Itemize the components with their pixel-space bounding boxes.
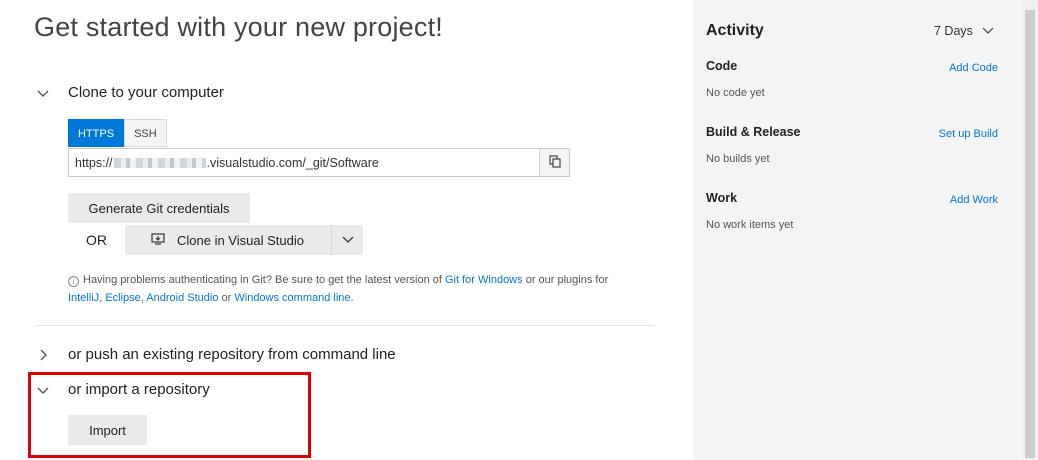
clone-url-suffix: .visualstudio.com/_git/Software — [206, 155, 379, 170]
activity-title: Activity — [706, 22, 764, 39]
protocol-tabs: HTTPS SSH — [68, 119, 167, 147]
android-studio-link[interactable]: Android Studio — [146, 292, 218, 304]
activity-build-title: Build & Release — [706, 125, 801, 139]
activity-code-status: No code yet — [706, 87, 765, 99]
add-work-link[interactable]: Add Work — [950, 194, 998, 206]
clone-url-field[interactable]: https:// .visualstudio.com/_git/Software — [68, 148, 570, 177]
or-label: OR — [86, 232, 107, 248]
eclipse-link[interactable]: Eclipse — [105, 292, 140, 304]
set-up-build-link[interactable]: Set up Build — [939, 128, 998, 140]
info-icon: i — [68, 276, 79, 287]
tab-ssh[interactable]: SSH — [124, 119, 167, 147]
highlight-annotation — [28, 372, 311, 458]
generate-git-credentials-button[interactable]: Generate Git credentials — [68, 193, 250, 223]
activity-build-status: No builds yet — [706, 153, 770, 165]
chevron-down-icon — [982, 24, 994, 38]
copy-url-button[interactable] — [539, 149, 569, 176]
clone-url-text[interactable]: https:// .visualstudio.com/_git/Software — [69, 156, 539, 170]
chevron-down-icon — [36, 85, 58, 101]
scrollbar-thumb[interactable] — [1025, 10, 1035, 458]
redacted-account-name — [113, 158, 206, 169]
git-help-line-2: IntelliJ, Eclipse, Android Studio or Win… — [68, 292, 354, 304]
clone-section-title: Clone to your computer — [68, 84, 224, 101]
clone-url-prefix: https:// — [75, 155, 113, 170]
section-divider — [36, 325, 654, 326]
intellij-link[interactable]: IntelliJ — [68, 292, 99, 304]
clone-section-header[interactable]: Clone to your computer — [36, 84, 224, 101]
copy-icon — [548, 154, 561, 171]
activity-work-title: Work — [706, 191, 738, 205]
activity-range-select[interactable]: 7 Days — [934, 24, 994, 38]
activity-range-value: 7 Days — [934, 24, 973, 38]
clone-vs-icon — [151, 232, 165, 249]
git-for-windows-link[interactable]: Git for Windows — [445, 274, 523, 286]
push-section-header[interactable]: or push an existing repository from comm… — [36, 346, 396, 363]
activity-code-title: Code — [706, 59, 738, 73]
clone-in-vs-button[interactable]: Clone in Visual Studio — [125, 225, 331, 255]
clone-options-dropdown[interactable] — [331, 225, 363, 255]
windows-command-line-link[interactable]: Windows command line — [234, 292, 350, 304]
tab-https[interactable]: HTTPS — [68, 119, 125, 147]
git-help-line-1: i Having problems authenticating in Git? … — [68, 274, 608, 287]
clone-in-vs-label: Clone in Visual Studio — [177, 232, 304, 248]
push-section-title: or push an existing repository from comm… — [68, 346, 396, 363]
add-code-link[interactable]: Add Code — [949, 62, 998, 74]
vertical-scrollbar[interactable] — [1022, 0, 1038, 460]
chevron-down-icon — [342, 233, 354, 247]
chevron-right-icon — [36, 347, 58, 363]
page-title: Get started with your new project! — [34, 12, 443, 42]
activity-panel: Activity 7 Days Code Add Code No code ye… — [693, 0, 1022, 460]
clone-in-vs-split-button: Clone in Visual Studio — [125, 225, 363, 255]
activity-work-status: No work items yet — [706, 219, 794, 231]
